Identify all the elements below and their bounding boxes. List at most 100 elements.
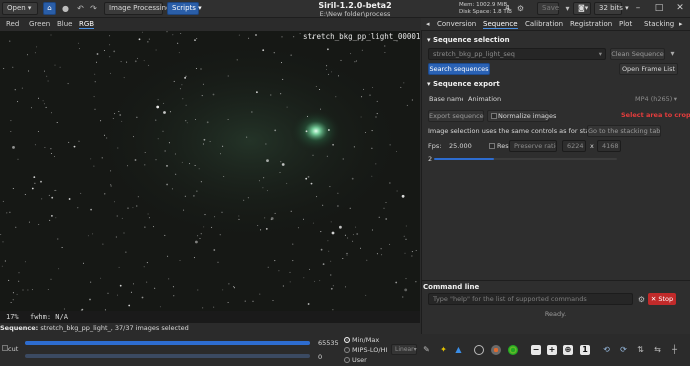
open-button[interactable]: Open ▾ <box>2 2 38 15</box>
tab-rgb[interactable]: RGB <box>79 20 95 29</box>
star <box>221 211 223 213</box>
auto-stretch-icon[interactable]: ✦ <box>438 344 449 355</box>
sequence-combo[interactable]: stretch_bkg_pp_light_seq ▾ <box>428 48 606 60</box>
star <box>125 251 127 253</box>
bit-depth-menu[interactable]: 32 bits ▾ <box>594 2 629 15</box>
stretch-mode-combo[interactable]: Linear▾ <box>391 344 417 355</box>
clean-menu-icon[interactable]: ▾ <box>667 48 678 59</box>
tab-conversion[interactable]: Conversion <box>437 20 476 28</box>
sequence-status-prefix: Sequence: <box>0 324 39 332</box>
normalize-images-toggle[interactable]: Normalize images <box>487 110 556 122</box>
star <box>361 96 363 98</box>
comet-image <box>0 31 420 311</box>
star <box>319 89 321 90</box>
star <box>73 145 76 148</box>
maximize-icon[interactable]: □ <box>652 2 666 15</box>
stop-button[interactable]: ✕ Stop <box>648 293 676 305</box>
settings-gear-icon[interactable]: ⚙ <box>515 3 526 14</box>
tab-stacking[interactable]: Stacking <box>644 20 674 28</box>
redo-icon[interactable]: ↷ <box>88 3 99 14</box>
star <box>266 159 269 163</box>
tab-registration[interactable]: Registration <box>570 20 612 28</box>
tab-sequence[interactable]: Sequence <box>483 20 518 29</box>
tab-calibration[interactable]: Calibration <box>525 20 563 28</box>
normalize-checkbox[interactable] <box>491 113 497 119</box>
sequence-export-title[interactable]: ▾ Sequence export <box>427 80 500 88</box>
zoom-fit-icon[interactable]: ⊕ <box>563 345 573 355</box>
preserve-ratio-label: Preserve ratio <box>514 142 557 150</box>
mirror-x-icon[interactable]: ⇅ <box>635 344 646 355</box>
close-icon[interactable]: ✕ <box>673 2 687 15</box>
format-combo[interactable]: MP4 (h265) ▾ <box>630 93 678 105</box>
star <box>385 218 388 220</box>
mirror-y-icon[interactable]: ⇆ <box>652 344 663 355</box>
image-processing-menu[interactable]: Image Processing ▾ <box>104 2 176 15</box>
star <box>143 266 145 268</box>
zoom-in-icon[interactable]: + <box>547 345 557 355</box>
star <box>41 198 43 200</box>
fps-input[interactable]: 25.000 <box>444 140 484 152</box>
star <box>236 59 238 61</box>
zoom-out-icon[interactable]: − <box>531 345 541 355</box>
preserve-ratio-combo[interactable]: Preserve ratio ▾ <box>509 140 557 152</box>
histogram-icon[interactable]: ▲ <box>453 344 464 355</box>
scripts-menu[interactable]: Scripts ▾ <box>167 2 202 15</box>
height-input[interactable]: 4168 <box>597 140 621 152</box>
zoom-one-icon[interactable]: 1 <box>580 345 590 355</box>
undo-icon[interactable]: ↶ <box>75 3 86 14</box>
star <box>233 286 235 288</box>
goto-stacking-button[interactable]: Go to the stacking tab <box>587 125 661 137</box>
command-input[interactable]: Type "help" for the list of supported co… <box>428 293 633 305</box>
star <box>194 39 196 41</box>
tab-red[interactable]: Red <box>6 20 19 28</box>
star <box>303 277 305 279</box>
clean-sequence-button[interactable]: Clean Sequence <box>610 48 665 60</box>
minmax-radio[interactable] <box>344 337 350 343</box>
star <box>144 152 146 153</box>
base-name-input[interactable]: Animation <box>463 93 623 105</box>
tab-collapse-icon[interactable]: ◂ <box>426 20 430 28</box>
open-frame-list-button[interactable]: Open Frame List <box>619 63 678 75</box>
save-menu-icon[interactable]: ▾ <box>562 3 573 14</box>
search-sequences-button[interactable]: Search sequences <box>428 63 490 75</box>
resize-checkbox[interactable] <box>489 143 495 149</box>
star <box>331 231 335 235</box>
tab-plot[interactable]: Plot <box>619 20 632 28</box>
star <box>405 278 407 280</box>
tab-blue[interactable]: Blue <box>57 20 73 28</box>
star <box>332 285 334 287</box>
star <box>21 87 23 89</box>
star <box>278 270 280 272</box>
snapshot-camera-icon[interactable]: ◙▾ <box>573 2 591 15</box>
star <box>376 113 378 115</box>
star <box>115 236 117 238</box>
min-slider[interactable] <box>25 354 310 358</box>
width-input[interactable]: 6224 <box>562 140 586 152</box>
sequence-selection-title[interactable]: ▾ Sequence selection <box>427 36 510 44</box>
minimize-icon[interactable]: – <box>631 2 645 15</box>
photometry-icon[interactable] <box>474 345 484 355</box>
export-sequence-button[interactable]: Export sequence <box>428 110 484 122</box>
mips-radio[interactable] <box>344 347 350 353</box>
star <box>27 54 28 56</box>
save-button[interactable]: Save <box>537 2 559 15</box>
record-icon[interactable]: ● <box>60 3 71 14</box>
star <box>320 231 322 233</box>
command-settings-icon[interactable]: ⚙ <box>636 294 647 305</box>
home-icon[interactable]: ⌂ <box>43 2 56 15</box>
sequence-status-text: stretch_bkg_pp_light_, 37/37 images sele… <box>40 324 189 332</box>
status-ready: Ready. <box>544 310 567 318</box>
image-viewer[interactable] <box>0 31 420 311</box>
color-icon[interactable] <box>491 345 501 355</box>
star <box>189 163 191 165</box>
green-target-icon[interactable] <box>508 345 518 355</box>
pin-icon[interactable]: ✎ <box>421 344 432 355</box>
star <box>37 131 39 132</box>
rotate-left-icon[interactable]: ⟲ <box>601 344 612 355</box>
star <box>195 240 198 244</box>
tab-scroll-icon[interactable]: ▸ <box>679 20 683 28</box>
grid-icon[interactable]: ┼ <box>669 344 680 355</box>
user-radio[interactable] <box>344 357 350 363</box>
tab-green[interactable]: Green <box>29 20 50 28</box>
rotate-right-icon[interactable]: ⟳ <box>618 344 629 355</box>
